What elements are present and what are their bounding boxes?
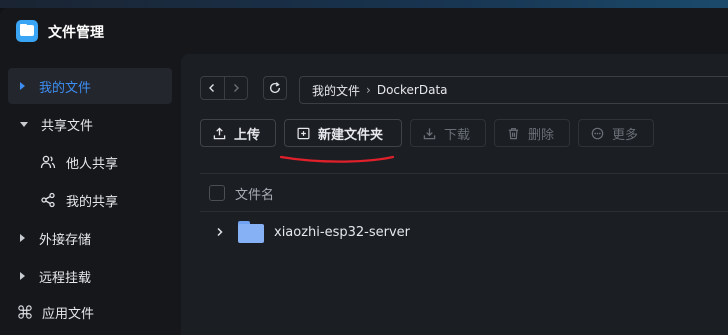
new-folder-label: 新建文件夹 xyxy=(318,127,384,143)
sidebar-item-my-files[interactable]: 我的文件 xyxy=(8,68,172,104)
sidebar-item-label: 我的共享 xyxy=(66,194,119,210)
upload-label: 上传 xyxy=(234,127,261,143)
sidebar-item-remote-mount[interactable]: 远程挂载 xyxy=(8,258,172,294)
desktop-background xyxy=(0,0,728,8)
download-button[interactable]: 下载 xyxy=(410,119,486,147)
download-icon xyxy=(423,127,436,139)
new-folder-button[interactable]: 新建文件夹 xyxy=(284,119,402,147)
breadcrumb-current[interactable]: DockerData xyxy=(377,83,448,97)
breadcrumb-root[interactable]: 我的文件 xyxy=(312,82,360,99)
title-bar: 文件管理 xyxy=(0,8,728,54)
upload-icon xyxy=(213,126,226,139)
trash-icon xyxy=(508,127,519,139)
folder-icon xyxy=(238,221,264,243)
more-label: 更多 xyxy=(612,127,639,143)
chevron-right-icon xyxy=(233,84,239,92)
select-all-checkbox[interactable] xyxy=(209,185,225,201)
more-button[interactable]: 更多 xyxy=(578,119,654,147)
table-header: 文件名 xyxy=(209,184,274,203)
toolbar: 上传 新建文件夹 下载 删除 更多 xyxy=(181,119,728,147)
sidebar-item-label: 共享文件 xyxy=(41,118,94,134)
refresh-icon xyxy=(269,82,281,94)
sidebar-item-label: 远程挂载 xyxy=(39,270,92,286)
share-icon xyxy=(41,192,55,208)
chevron-left-icon xyxy=(209,84,215,92)
sidebar-item-my-shares[interactable]: 我的共享 xyxy=(8,182,172,218)
file-name: xiaozhi-esp32-server xyxy=(274,224,410,240)
sidebar-item-label: 我的文件 xyxy=(39,80,92,96)
download-label: 下载 xyxy=(444,127,471,143)
divider xyxy=(200,211,728,212)
app-title: 文件管理 xyxy=(48,25,104,41)
users-icon xyxy=(40,155,56,169)
file-manager-window: 文件管理 我的文件 共享文件 他人共享 我的共享 外接存储 远程挂载 应用文件 … xyxy=(0,8,728,335)
back-button[interactable] xyxy=(201,77,225,99)
folder-app-icon xyxy=(16,20,38,42)
sidebar: 我的文件 共享文件 他人共享 我的共享 外接存储 远程挂载 应用文件 xyxy=(0,60,180,335)
table-row[interactable]: xiaozhi-esp32-server xyxy=(200,214,728,250)
caret-down-icon xyxy=(20,121,28,127)
breadcrumb-separator: › xyxy=(366,83,371,97)
delete-label: 删除 xyxy=(528,127,555,143)
sidebar-item-shared-by-others[interactable]: 他人共享 xyxy=(8,144,172,180)
caret-right-icon xyxy=(20,234,25,242)
divider xyxy=(200,173,728,174)
breadcrumb: 我的文件 › DockerData xyxy=(299,76,728,104)
column-header-name[interactable]: 文件名 xyxy=(235,184,274,203)
new-folder-icon xyxy=(297,127,310,139)
sidebar-item-external-storage[interactable]: 外接存储 xyxy=(8,220,172,256)
red-underline-annotation xyxy=(279,155,395,163)
main-panel: 我的文件 › DockerData 上传 新建文件夹 下载 删除 更多 文件名 … xyxy=(181,54,728,335)
sidebar-item-label: 他人共享 xyxy=(66,156,119,172)
history-nav xyxy=(200,76,248,100)
more-icon xyxy=(591,127,604,139)
forward-button[interactable] xyxy=(225,77,248,99)
sidebar-item-label: 外接存储 xyxy=(39,232,92,248)
refresh-button[interactable] xyxy=(263,76,287,100)
sidebar-item-shared-files[interactable]: 共享文件 xyxy=(8,106,172,142)
upload-button[interactable]: 上传 xyxy=(200,119,276,147)
delete-button[interactable]: 删除 xyxy=(494,119,570,147)
command-icon xyxy=(18,305,32,319)
sidebar-item-label: 应用文件 xyxy=(42,306,95,322)
chevron-right-icon[interactable] xyxy=(216,227,224,237)
caret-right-icon xyxy=(20,82,25,90)
caret-right-icon xyxy=(20,272,25,280)
sidebar-item-app-files[interactable]: 应用文件 xyxy=(8,294,172,330)
